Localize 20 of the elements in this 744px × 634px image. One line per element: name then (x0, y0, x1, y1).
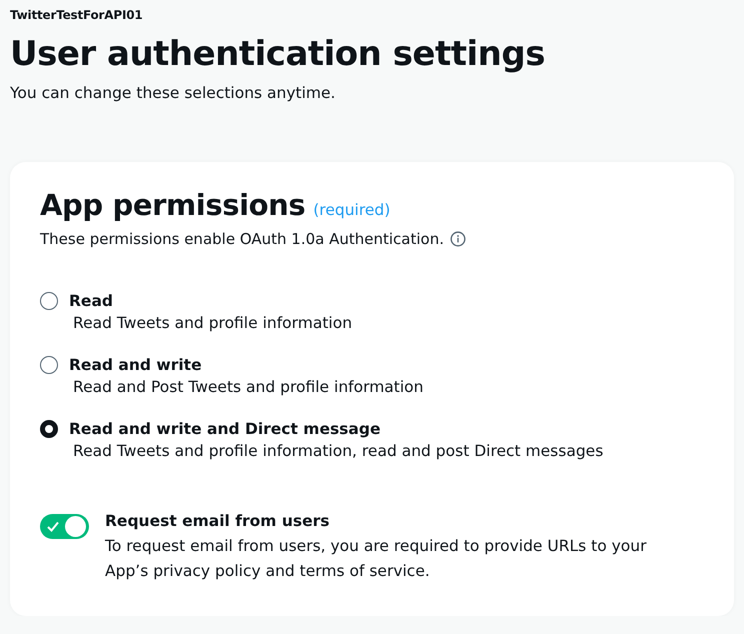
option-description: Read and Post Tweets and profile information (73, 378, 424, 396)
option-description: Read Tweets and profile information (73, 314, 354, 332)
option-label: Read and write (69, 356, 202, 374)
option-label: Read (69, 292, 114, 310)
toggle-label: Request email from users (105, 512, 330, 530)
radio-button[interactable] (40, 356, 58, 374)
toggle-switch[interactable] (40, 514, 89, 539)
section-description: These permissions enable OAuth 1.0a Authentication. (40, 230, 444, 248)
radio-button[interactable] (40, 420, 58, 438)
toggle-description: To request email from users, you are required to provide URLs to your App’s privacy policy and terms of service. (105, 536, 648, 582)
section-heading: App permissions (40, 188, 306, 222)
page-subtitle: You can change these selections anytime. (10, 84, 336, 102)
option-label: Read and write and Direct message (69, 420, 380, 438)
required-note: (required) (313, 201, 390, 219)
app-name: TwitterTestForAPI01 (10, 8, 144, 22)
check-icon (47, 521, 59, 532)
option-description: Read Tweets and profile information, read and post Direct messages (73, 442, 604, 460)
page-title: User authentication settings (10, 34, 546, 74)
radio-button[interactable] (40, 292, 58, 310)
info-icon[interactable] (450, 231, 466, 247)
